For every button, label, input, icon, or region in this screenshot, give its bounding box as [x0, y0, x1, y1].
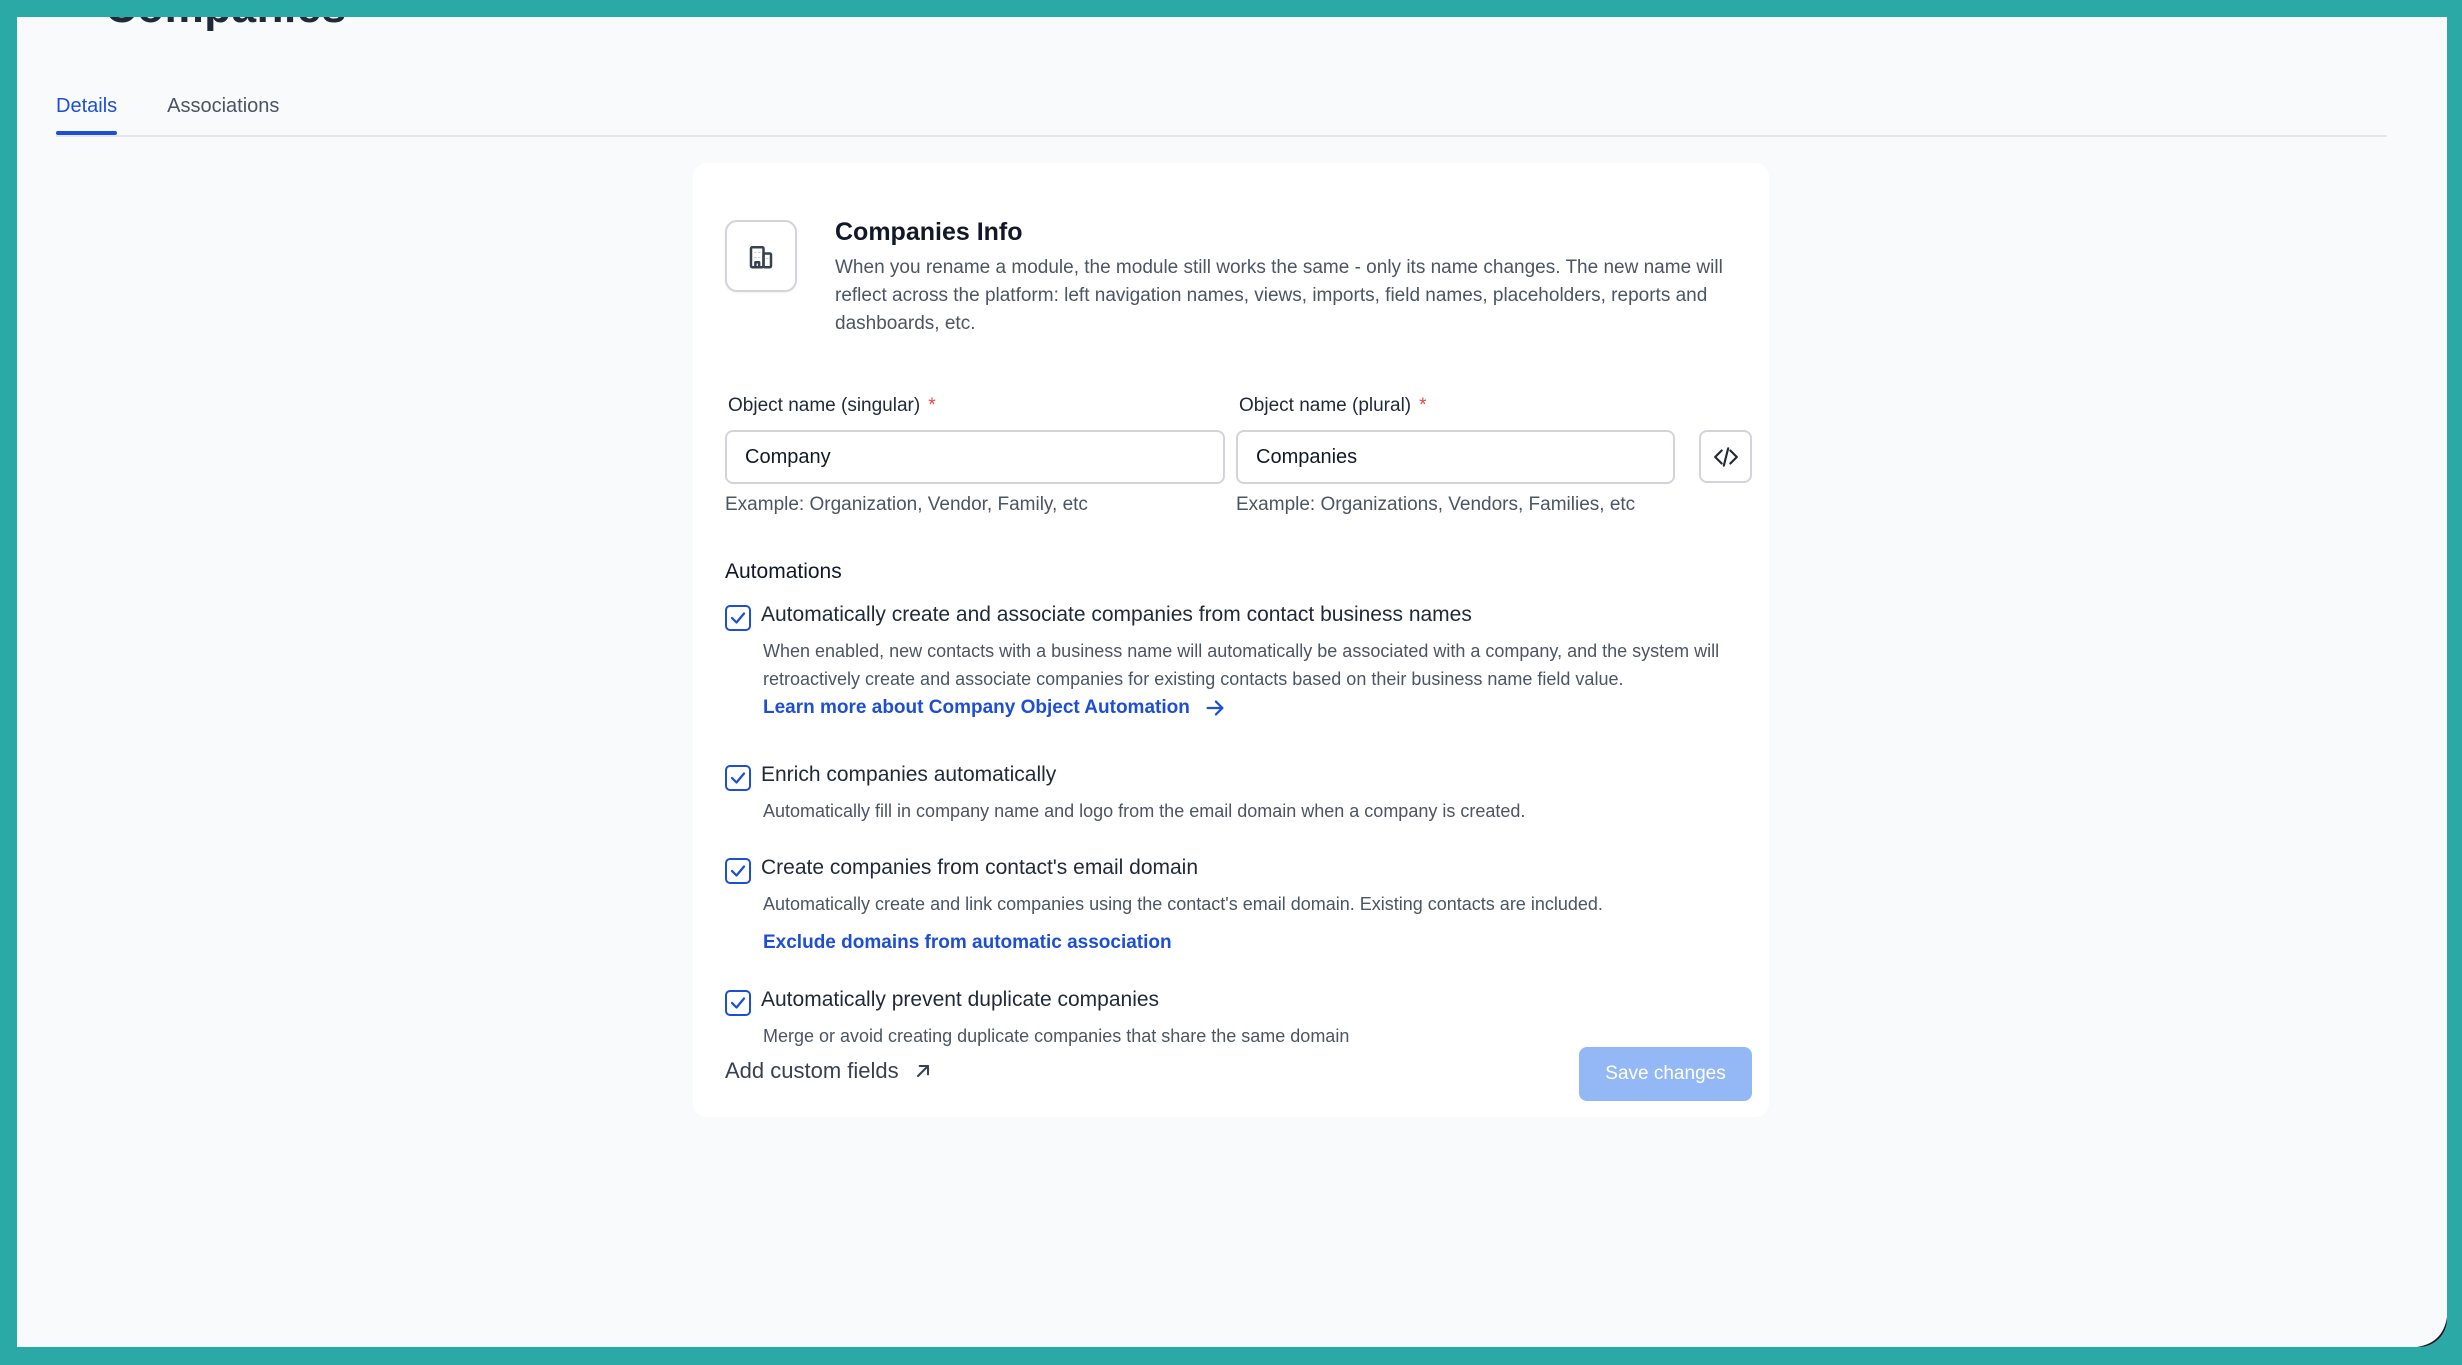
tab-associations[interactable]: Associations: [167, 73, 279, 133]
window-corner-decoration: [2417, 1317, 2447, 1347]
add-custom-fields-link[interactable]: Add custom fields: [725, 1058, 933, 1084]
automations-title: Automations: [725, 560, 842, 583]
plural-name-label-text: Object name (plural): [1239, 395, 1412, 416]
singular-name-label: Object name (singular) *: [728, 395, 936, 417]
learn-more-link-text: Learn more about Company Object Automati…: [763, 697, 1190, 718]
automation-description: Automatically fill in company name and l…: [763, 801, 1526, 821]
plural-name-hint: Example: Organizations, Vendors, Familie…: [1236, 494, 1636, 515]
required-mark: *: [928, 395, 936, 416]
check-icon: [730, 997, 746, 1009]
save-button[interactable]: Save changes: [1579, 1047, 1752, 1101]
automation-label: Automatically create and associate compa…: [761, 603, 1472, 626]
check-icon: [730, 612, 746, 624]
code-icon: [1713, 446, 1738, 467]
singular-name-hint: Example: Organization, Vendor, Family, e…: [725, 494, 1088, 515]
info-description: When you rename a module, the module sti…: [835, 257, 1723, 334]
automation-description: Merge or avoid creating duplicate compan…: [763, 1026, 1350, 1046]
arrow-right-icon: [1206, 700, 1224, 716]
info-title: Companies Info: [835, 218, 1023, 246]
singular-name-label-text: Object name (singular): [728, 395, 921, 416]
tab-bar: Details Associations: [56, 73, 2387, 137]
automation-label: Enrich companies automatically: [761, 763, 1057, 786]
exclude-domains-link[interactable]: Exclude domains from automatic associati…: [763, 932, 1172, 954]
automation-checkbox-enrich[interactable]: [725, 765, 751, 791]
code-button[interactable]: [1699, 430, 1752, 483]
required-mark: *: [1419, 395, 1427, 416]
check-icon: [730, 772, 746, 784]
automation-description: Automatically create and link companies …: [763, 894, 1603, 914]
tab-details[interactable]: Details: [56, 73, 118, 135]
singular-name-input[interactable]: [725, 430, 1225, 484]
plural-name-input[interactable]: [1236, 430, 1675, 484]
page-title: Companies: [105, 17, 347, 33]
automation-checkbox-business-names[interactable]: [725, 605, 751, 631]
app-window: Companies Details Associations Companies…: [17, 17, 2447, 1347]
automation-label: Automatically prevent duplicate companie…: [761, 988, 1160, 1011]
add-custom-fields-text: Add custom fields: [725, 1058, 899, 1083]
automation-label: Create companies from contact's email do…: [761, 856, 1199, 879]
plural-name-label: Object name (plural) *: [1239, 395, 1427, 417]
external-arrow-icon: [916, 1064, 929, 1078]
automation-checkbox-email-domain[interactable]: [725, 858, 751, 884]
settings-card: Companies Info When you rename a module,…: [693, 163, 1769, 1117]
automation-checkbox-duplicates[interactable]: [725, 990, 751, 1016]
learn-more-link[interactable]: Learn more about Company Object Automati…: [763, 697, 1226, 719]
check-icon: [730, 865, 746, 877]
building-icon: [725, 220, 797, 292]
automation-description: When enabled, new contacts with a busine…: [763, 641, 1720, 689]
